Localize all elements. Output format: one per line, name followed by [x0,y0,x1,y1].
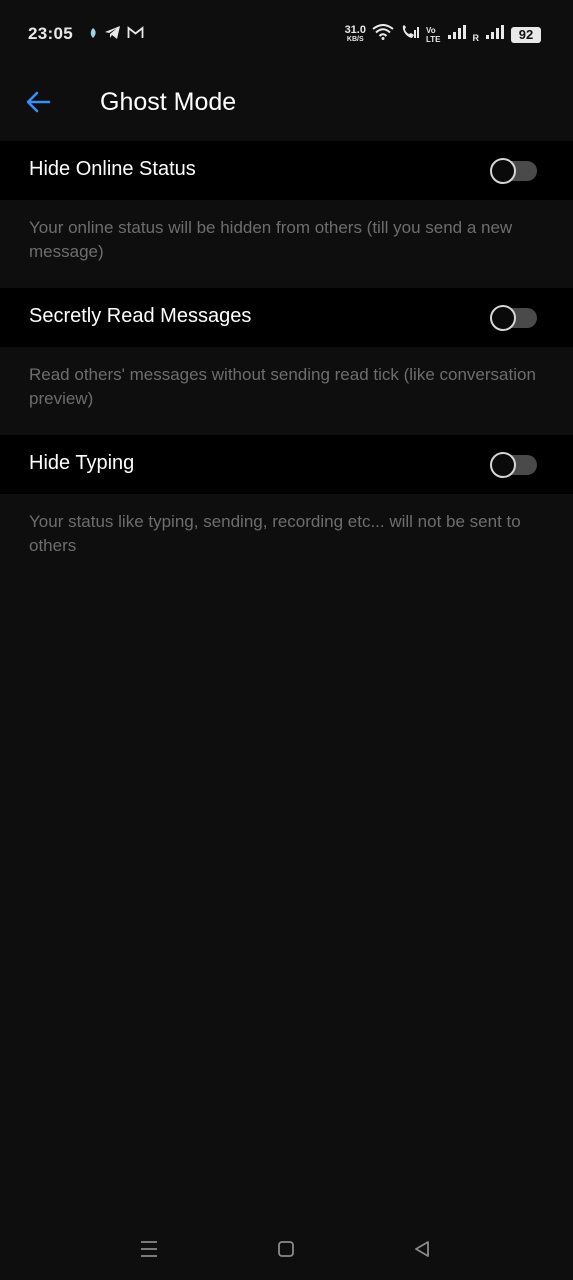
signal-icon-2 [485,24,505,45]
telegram-icon [104,25,121,45]
app-bar: Ghost Mode [0,68,573,140]
system-nav-bar [0,1220,573,1280]
recent-apps-button[interactable] [136,1238,162,1264]
volte-indicator: Vo LTE [426,26,441,44]
status-left-icons [88,25,144,45]
status-right-icons: 31.0 KB/S Vo LTE R 92 [345,24,541,45]
network-speed: 31.0 KB/S [344,23,366,44]
signal-icon [447,24,467,45]
network-speed-unit: KB/S [346,35,364,43]
hide-typing-toggle[interactable] [490,452,539,478]
menu-icon [139,1240,159,1263]
battery-indicator: 92 [511,26,541,43]
setting-label: Secretly Read Messages [29,305,252,327]
setting-description: Read others' messages without sending re… [29,365,536,408]
page-title: Ghost Mode [100,88,237,116]
system-back-button[interactable] [409,1238,435,1264]
home-square-icon [277,1240,295,1263]
secretly-read-messages-toggle[interactable] [490,305,539,331]
setting-hide-typing[interactable]: Hide Typing [0,435,573,494]
setting-description: Your status like typing, sending, record… [29,512,521,555]
status-bar: 23:05 31.0 KB/S Vo LTE R 92 [0,0,573,68]
back-triangle-icon [413,1240,431,1263]
toggle-thumb [490,158,516,184]
setting-description: Your online status will be hidden from o… [29,218,513,261]
back-button[interactable] [20,86,56,122]
roaming-indicator: R [472,32,480,43]
volte-bottom: LTE [425,34,441,44]
volte-top: Vo [425,25,436,35]
setting-secretly-read-messages[interactable]: Secretly Read Messages [0,288,573,347]
wifi-icon [372,24,394,45]
hide-online-status-toggle[interactable] [490,158,539,184]
setting-label: Hide Online Status [29,158,196,180]
status-time: 23:05 [28,24,73,43]
arrow-left-icon [25,91,51,118]
home-button[interactable] [273,1238,299,1264]
wifi-call-icon [400,24,420,45]
network-speed-value: 31.0 [344,23,366,36]
notification-dot-icon [88,26,98,44]
gmail-icon [127,26,144,44]
toggle-thumb [490,452,516,478]
setting-label: Hide Typing [29,452,135,474]
setting-hide-online-status[interactable]: Hide Online Status [0,141,573,200]
toggle-thumb [490,305,516,331]
